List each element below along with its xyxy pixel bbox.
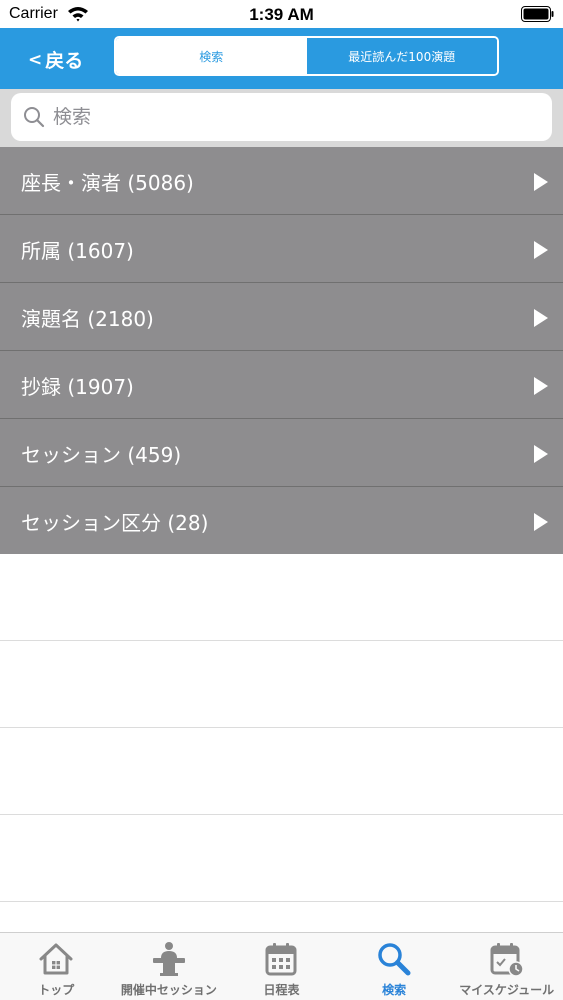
tab-search[interactable]: 検索 <box>338 933 451 1000</box>
category-row-title[interactable]: 演題名 (2180) <box>0 283 563 351</box>
chevron-left-icon: < <box>28 49 43 70</box>
category-label: セッション (459) <box>21 443 182 467</box>
disclosure-triangle-icon <box>534 445 548 463</box>
status-time: 1:39 AM <box>249 5 314 24</box>
category-label: 抄録 (1907) <box>21 375 134 399</box>
empty-row <box>0 641 563 728</box>
category-label: 演題名 (2180) <box>21 307 154 331</box>
tab-bar: トップ 開催中セッション 日程表 検索 マイスケジュール <box>0 932 563 1000</box>
empty-row <box>0 728 563 815</box>
tab-ongoing-sessions[interactable]: 開催中セッション <box>113 933 226 1000</box>
search-icon <box>24 107 45 128</box>
segmented-control: 検索 最近読んだ100演題 <box>114 36 499 76</box>
tab-schedule[interactable]: 日程表 <box>225 933 338 1000</box>
navigation-bar: < 戻る 検索 最近読んだ100演題 <box>0 28 563 89</box>
search-icon <box>378 943 411 976</box>
category-row-session[interactable]: セッション (459) <box>0 419 563 487</box>
home-icon <box>39 943 73 975</box>
category-label: セッション区分 (28) <box>21 511 209 535</box>
search-input[interactable] <box>53 106 533 128</box>
presenter-icon <box>152 942 185 976</box>
tab-label: 開催中セッション <box>120 983 217 997</box>
search-field[interactable] <box>11 93 552 141</box>
tab-label: トップ <box>38 983 75 997</box>
tab-my-schedule[interactable]: マイスケジュール <box>450 933 563 1000</box>
tab-label: 日程表 <box>263 983 300 997</box>
tab-label: 検索 <box>382 983 407 997</box>
disclosure-triangle-icon <box>534 173 548 191</box>
empty-row <box>0 554 563 641</box>
battery-icon <box>521 6 554 22</box>
back-button[interactable]: < 戻る <box>28 46 83 73</box>
disclosure-triangle-icon <box>534 377 548 395</box>
category-label: 座長・演者 (5086) <box>21 171 194 195</box>
tab-label: マイスケジュール <box>459 983 555 997</box>
calendar-check-icon <box>490 943 524 977</box>
category-row-affiliation[interactable]: 所属 (1607) <box>0 215 563 283</box>
category-label: 所属 (1607) <box>21 239 134 263</box>
empty-table-area <box>0 554 563 902</box>
category-list: 座長・演者 (5086) 所属 (1607) 演題名 (2180) 抄録 (19… <box>0 147 563 555</box>
calendar-icon <box>265 943 297 976</box>
category-row-session-type[interactable]: セッション区分 (28) <box>0 487 563 555</box>
status-bar: Carrier 1:39 AM <box>0 0 563 28</box>
empty-row <box>0 815 563 902</box>
disclosure-triangle-icon <box>534 241 548 259</box>
search-area <box>0 89 563 147</box>
segment-recent-100[interactable]: 最近読んだ100演題 <box>306 38 497 74</box>
category-row-chair-speaker[interactable]: 座長・演者 (5086) <box>0 147 563 215</box>
segment-search[interactable]: 検索 <box>116 38 307 74</box>
category-row-abstract[interactable]: 抄録 (1907) <box>0 351 563 419</box>
tab-top[interactable]: トップ <box>0 933 113 1000</box>
back-button-label: 戻る <box>45 50 84 72</box>
disclosure-triangle-icon <box>534 513 548 531</box>
disclosure-triangle-icon <box>534 309 548 327</box>
